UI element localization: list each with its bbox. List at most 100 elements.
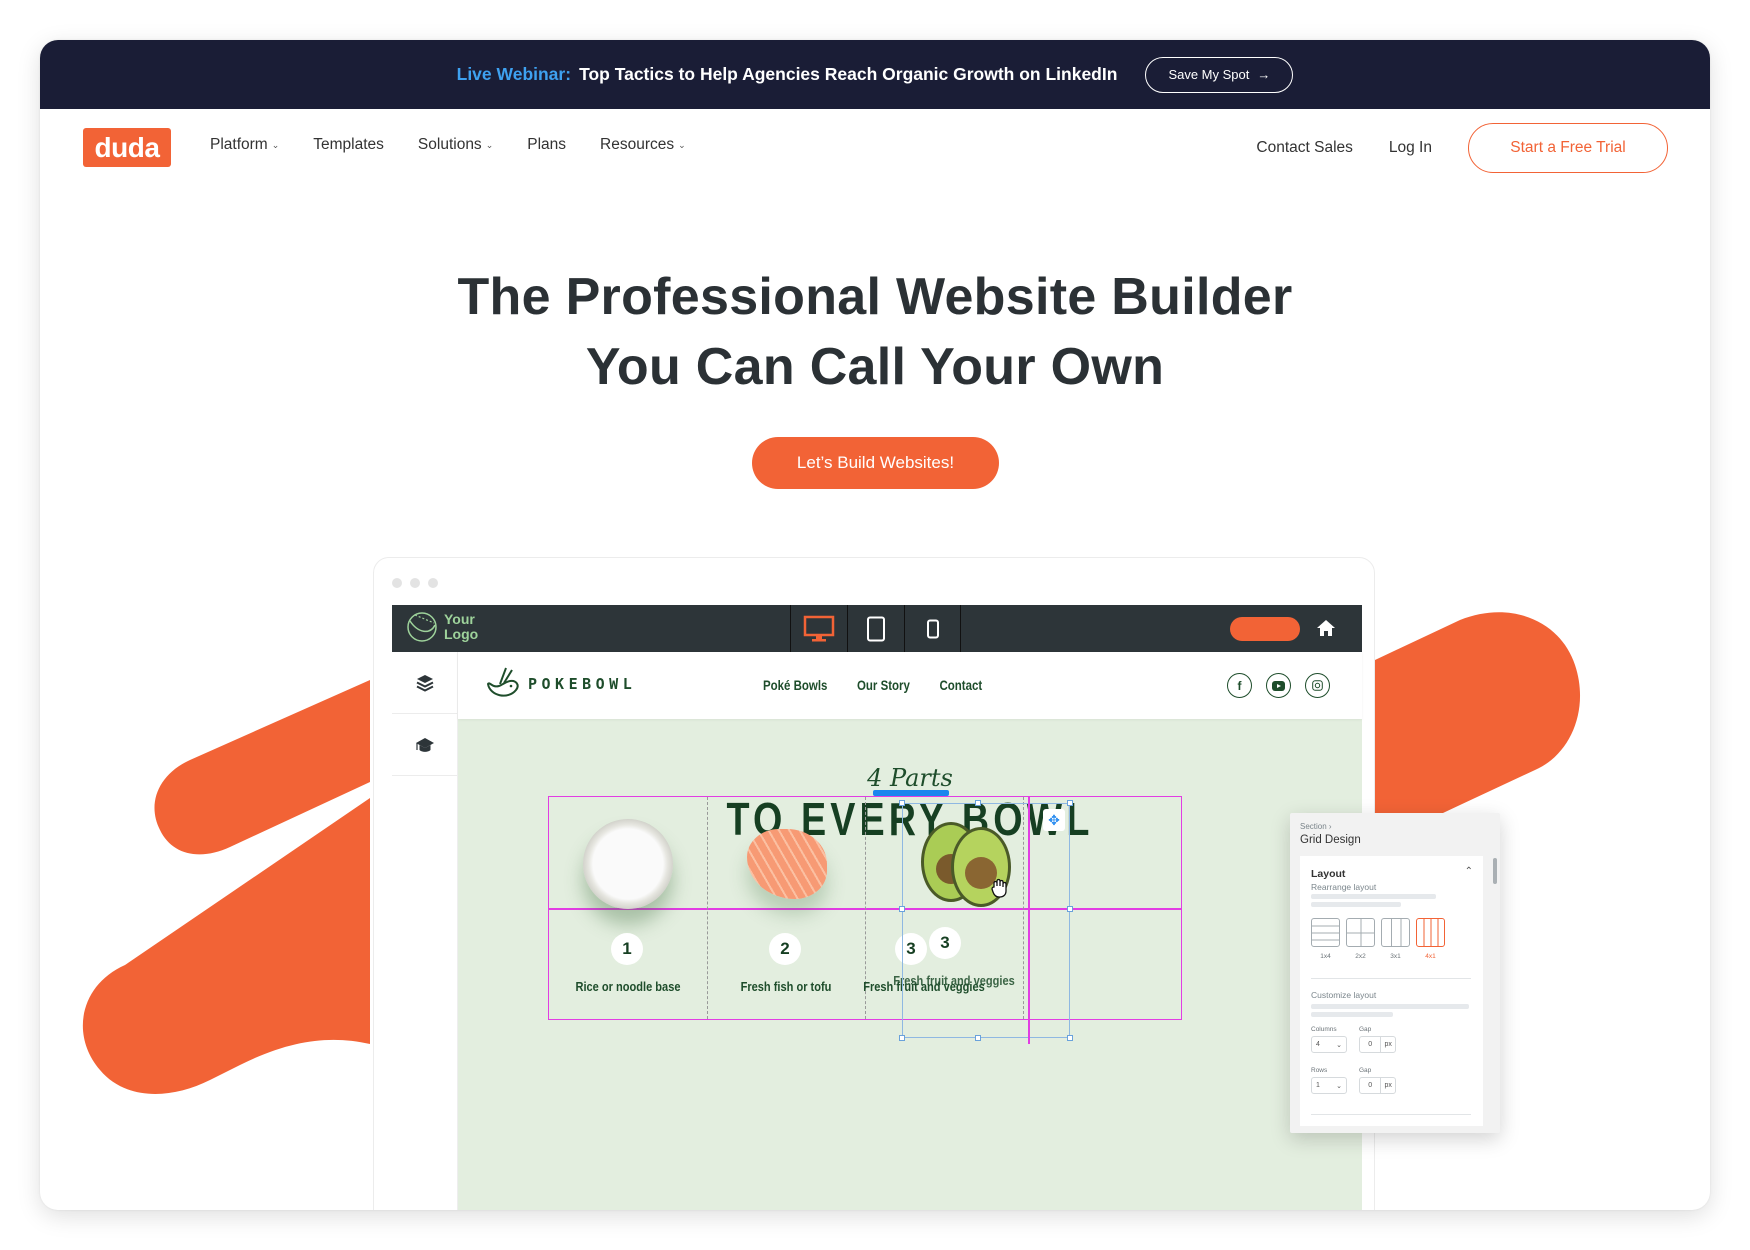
log-in-link[interactable]: Log In [1389,139,1432,157]
device-switcher [790,605,961,652]
layout-option-label: 1x4 [1320,953,1331,960]
start-free-trial-button[interactable]: Start a Free Trial [1468,123,1668,173]
step-number: 2 [769,933,801,965]
layout-option-label: 4x1 [1425,953,1436,960]
layout-option-label: 2x2 [1355,953,1366,960]
publish-button[interactable] [1230,617,1300,641]
grid-section[interactable]: 1 Rice or noodle base 2 Fresh fish or to… [548,796,1182,1044]
layout-option-1x4[interactable]: 1x4 [1311,918,1340,960]
grid-design-panel: Section › Grid Design Layout ⌃ Rearrange… [1290,813,1500,1133]
youtube-icon[interactable] [1266,673,1291,698]
resize-handle[interactable] [899,800,905,806]
mobile-view-button[interactable] [904,605,961,652]
resize-handle[interactable] [899,1035,905,1041]
save-my-spot-label: Save My Spot [1168,67,1250,82]
selection-box[interactable]: ✥ [899,800,1073,1041]
resize-handle[interactable] [899,906,905,912]
logo-bowl-icon [407,612,437,642]
layout-option-label: 3x1 [1390,953,1401,960]
editor-toolbar: Your Logo [392,605,1362,652]
section-subtitle: 4 Parts [867,764,953,792]
grid-cell[interactable]: 2 Fresh fish or tofu [707,797,865,1019]
column-gap-input[interactable]: 0 px [1359,1036,1396,1053]
columns-label: Columns [1311,1026,1337,1033]
site-nav-our-story[interactable]: Our Story [857,677,910,693]
your-logo: Your Logo [406,611,478,643]
nav-item-resources[interactable]: Resources ⌄ [600,136,686,154]
rice-bowl-image [583,819,673,909]
rearrange-layout-label: Rearrange layout [1311,882,1377,892]
layout-options: 1x4 2x2 3x1 4x1 [1311,918,1445,960]
nav-item-plans[interactable]: Plans [527,136,566,154]
sidebar-item-academy[interactable] [392,714,457,776]
resize-handle[interactable] [1067,1035,1073,1041]
site-nav-poke-bowls[interactable]: Poké Bowls [763,677,827,693]
panel-scrollbar[interactable] [1493,858,1497,884]
customize-layout-label: Customize layout [1311,990,1377,1000]
pokebowl-logo[interactable]: POKEBOWL [484,666,636,702]
banner-text: Top Tactics to Help Agencies Reach Organ… [579,64,1118,84]
step-label: Fresh fish or tofu [740,979,832,994]
webinar-banner: Live Webinar: Top Tactics to Help Agenci… [40,40,1710,109]
chevron-down-icon: ⌄ [1336,1082,1342,1090]
site-nav-contact[interactable]: Contact [939,677,982,693]
page-card: Live Webinar: Top Tactics to Help Agenci… [40,40,1710,1210]
desktop-icon [803,615,835,641]
chevron-up-icon[interactable]: ⌃ [1465,866,1473,877]
home-icon[interactable] [1316,618,1336,638]
resize-handle[interactable] [1067,906,1073,912]
build-websites-button[interactable]: Let’s Build Websites! [752,437,999,489]
site-header: POKEBOWL Poké Bowls Our Story Contact f [458,652,1362,719]
window-dots [392,578,438,588]
arrow-right-icon: → [1257,67,1271,82]
nav-item-platform[interactable]: Platform ⌄ [210,136,279,154]
nav-right: Contact Sales Log In Start a Free Trial [1256,123,1668,173]
resize-handle[interactable] [975,800,981,806]
columns-select[interactable]: 4 ⌄ [1311,1036,1347,1053]
save-my-spot-button[interactable]: Save My Spot → [1145,56,1294,93]
grid-cell[interactable]: 1 Rice or noodle base [549,797,707,1019]
nav-item-templates[interactable]: Templates [313,136,384,154]
rows-select[interactable]: 1 ⌄ [1311,1077,1347,1094]
tablet-view-button[interactable] [847,605,904,652]
nav-item-solutions[interactable]: Solutions ⌄ [418,136,493,154]
editor: Your Logo POKEBOWL Poké Bowls Our Story … [392,605,1362,1210]
panel-title: Grid Design [1300,834,1361,846]
resize-handle[interactable] [975,1035,981,1041]
site-nav: Poké Bowls Our Story Contact [763,677,982,693]
desktop-view-button[interactable] [790,605,847,652]
row-gap-input[interactable]: 0 px [1359,1077,1396,1094]
unit-label: px [1384,1041,1392,1048]
duda-logo[interactable]: duda [83,128,171,167]
grab-cursor-icon [991,878,1007,898]
pokebowl-brand: POKEBOWL [528,675,637,693]
placeholder-line [1311,1012,1393,1017]
layout-option-4x1[interactable]: 4x1 [1416,918,1445,960]
layout-option-3x1[interactable]: 3x1 [1381,918,1410,960]
step-label: Rice or noodle base [575,979,681,994]
columns-value: 4 [1316,1041,1320,1048]
instagram-icon[interactable] [1305,673,1330,698]
tablet-icon [867,616,885,641]
orange-stripe-upper-left [154,680,370,855]
facebook-icon[interactable]: f [1227,673,1252,698]
layout-option-2x2[interactable]: 2x2 [1346,918,1375,960]
unit-label: px [1384,1082,1392,1089]
panel-divider [1311,978,1471,979]
sidebar-item-layers[interactable] [392,652,457,714]
contact-sales-link[interactable]: Contact Sales [1256,139,1353,157]
social-links: f [1227,673,1330,698]
chevron-down-icon: ⌄ [271,139,280,150]
layout-section-header[interactable]: Layout [1311,868,1345,880]
panel-breadcrumb[interactable]: Section › [1300,822,1332,831]
editor-mockup-window: Your Logo POKEBOWL Poké Bowls Our Story … [373,557,1375,1210]
snap-guide-vertical [1028,797,1030,1044]
row-gap-label: Gap [1359,1067,1372,1074]
rows-value: 1 [1316,1082,1320,1089]
orange-stripe-lower-left [82,798,371,1094]
logo-line-2: Logo [444,626,479,642]
move-icon[interactable]: ✥ [1043,809,1065,831]
step-number: 1 [611,933,643,965]
site-canvas: POKEBOWL Poké Bowls Our Story Contact f … [458,652,1362,1210]
resize-handle[interactable] [1067,800,1073,806]
